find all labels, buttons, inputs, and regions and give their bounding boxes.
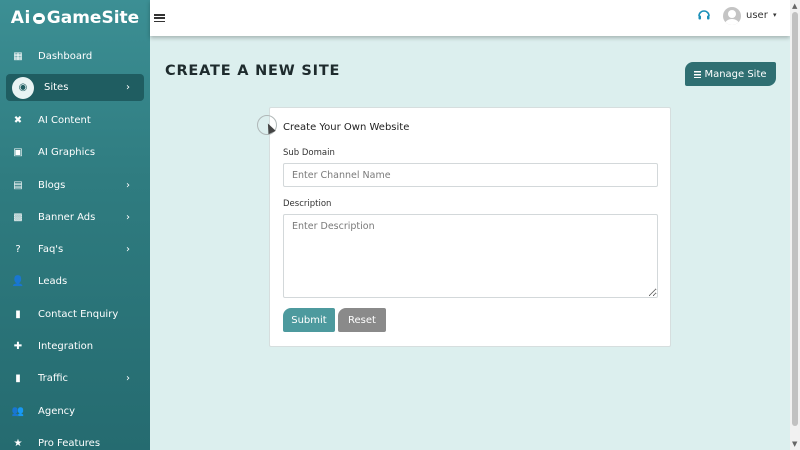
ad-icon: ▩: [13, 211, 23, 223]
chevron-right-icon: ›: [126, 211, 130, 223]
sidebar-item-label: Traffic: [38, 373, 69, 385]
sidebar-item-blogs[interactable]: ▤ Blogs ›: [0, 169, 150, 201]
sidebar-item-label: Pro Features: [38, 437, 101, 449]
blog-icon: ▤: [13, 179, 23, 191]
dashboard-icon: ▦: [13, 50, 23, 62]
sidebar-item-agency[interactable]: 👥 Agency: [0, 395, 150, 427]
brand-logo[interactable]: Ai GameSite: [0, 0, 150, 36]
scroll-up-icon[interactable]: ▲: [792, 2, 797, 10]
sidebar-item-label: Banner Ads: [38, 211, 96, 223]
headset-icon[interactable]: [697, 8, 711, 22]
user-name[interactable]: user: [746, 10, 768, 21]
sidebar-item-label: Blogs: [38, 179, 66, 191]
sidebar-item-label: Integration: [38, 341, 94, 353]
sidebar-item-label: Sites: [44, 82, 69, 94]
topbar: user ▾: [150, 0, 790, 36]
page-title: CREATE A NEW SITE: [165, 63, 341, 79]
brand-part2: GameSite: [46, 8, 140, 28]
contact-icon: ▮: [15, 308, 21, 320]
tools-icon: ✖: [13, 114, 23, 126]
manage-site-label: Manage Site: [704, 68, 767, 80]
robot-icon: [32, 9, 46, 27]
brand-part1: Ai: [10, 8, 31, 28]
sidebar-item-label: AI Graphics: [38, 147, 96, 159]
reset-button[interactable]: Reset: [338, 308, 386, 332]
sidebar-item-label: Faq's: [38, 244, 64, 256]
traffic-icon: ▮: [15, 373, 21, 385]
card-title: Create Your Own Website: [283, 122, 410, 133]
menu-toggle-icon[interactable]: [154, 14, 165, 22]
scroll-down-icon[interactable]: ▼: [792, 440, 797, 448]
avatar[interactable]: [723, 7, 741, 25]
caret-down-icon[interactable]: ▾: [773, 11, 777, 19]
sidebar: Ai GameSite ▦ Dashboard ◉ Sites › ✖ AI Content…: [0, 0, 150, 450]
scroll-thumb[interactable]: [792, 12, 798, 426]
sidebar-item-traffic[interactable]: ▮ Traffic ›: [0, 363, 150, 395]
sidebar-item-label: AI Content: [38, 114, 91, 126]
user-plus-icon: 👤: [11, 276, 25, 288]
sidebar-item-leads[interactable]: 👤 Leads: [0, 266, 150, 298]
image-icon: ▣: [13, 147, 23, 159]
subdomain-label: Sub Domain: [283, 148, 335, 158]
create-site-card: Create Your Own Website Sub Domain Descr…: [269, 107, 671, 347]
sidebar-item-label: Dashboard: [38, 50, 93, 62]
sidebar-item-label: Agency: [38, 405, 76, 417]
sidebar-item-dashboard[interactable]: ▦ Dashboard: [0, 40, 150, 72]
chevron-right-icon: ›: [126, 179, 130, 191]
sidebar-item-ai-content[interactable]: ✖ AI Content: [0, 104, 150, 136]
sidebar-item-label: Leads: [38, 276, 68, 288]
sidebar-item-banner-ads[interactable]: ▩ Banner Ads ›: [0, 201, 150, 233]
puzzle-icon: ✚: [13, 341, 23, 353]
globe-icon: ◉: [12, 76, 34, 99]
manage-site-button[interactable]: Manage Site: [685, 62, 776, 86]
sidebar-item-integration[interactable]: ✚ Integration: [0, 330, 150, 362]
description-label: Description: [283, 199, 332, 209]
description-input[interactable]: [283, 214, 658, 298]
star-icon: ★: [13, 437, 23, 449]
subdomain-input[interactable]: [283, 163, 658, 187]
sidebar-item-label: Contact Enquiry: [38, 308, 119, 320]
sidebar-nav: ▦ Dashboard ◉ Sites › ✖ AI Content ▣ AI Graphics…: [0, 40, 150, 450]
scrollbar[interactable]: ▲ ▼: [790, 0, 800, 450]
sidebar-item-faq-s[interactable]: ? Faq's ›: [0, 233, 150, 265]
users-icon: 👥: [11, 405, 25, 417]
question-icon: ?: [15, 244, 21, 256]
list-icon: [694, 70, 702, 78]
sidebar-item-ai-graphics[interactable]: ▣ AI Graphics: [0, 137, 150, 169]
submit-button[interactable]: Submit: [283, 308, 335, 332]
sidebar-item-sites[interactable]: ◉ Sites ›: [6, 74, 144, 102]
sidebar-item-pro-features[interactable]: ★ Pro Features: [0, 427, 150, 450]
chevron-right-icon: ›: [126, 373, 130, 385]
sidebar-item-contact-enquiry[interactable]: ▮ Contact Enquiry: [0, 298, 150, 330]
chevron-right-icon: ›: [126, 244, 130, 256]
chevron-right-icon: ›: [126, 82, 130, 94]
